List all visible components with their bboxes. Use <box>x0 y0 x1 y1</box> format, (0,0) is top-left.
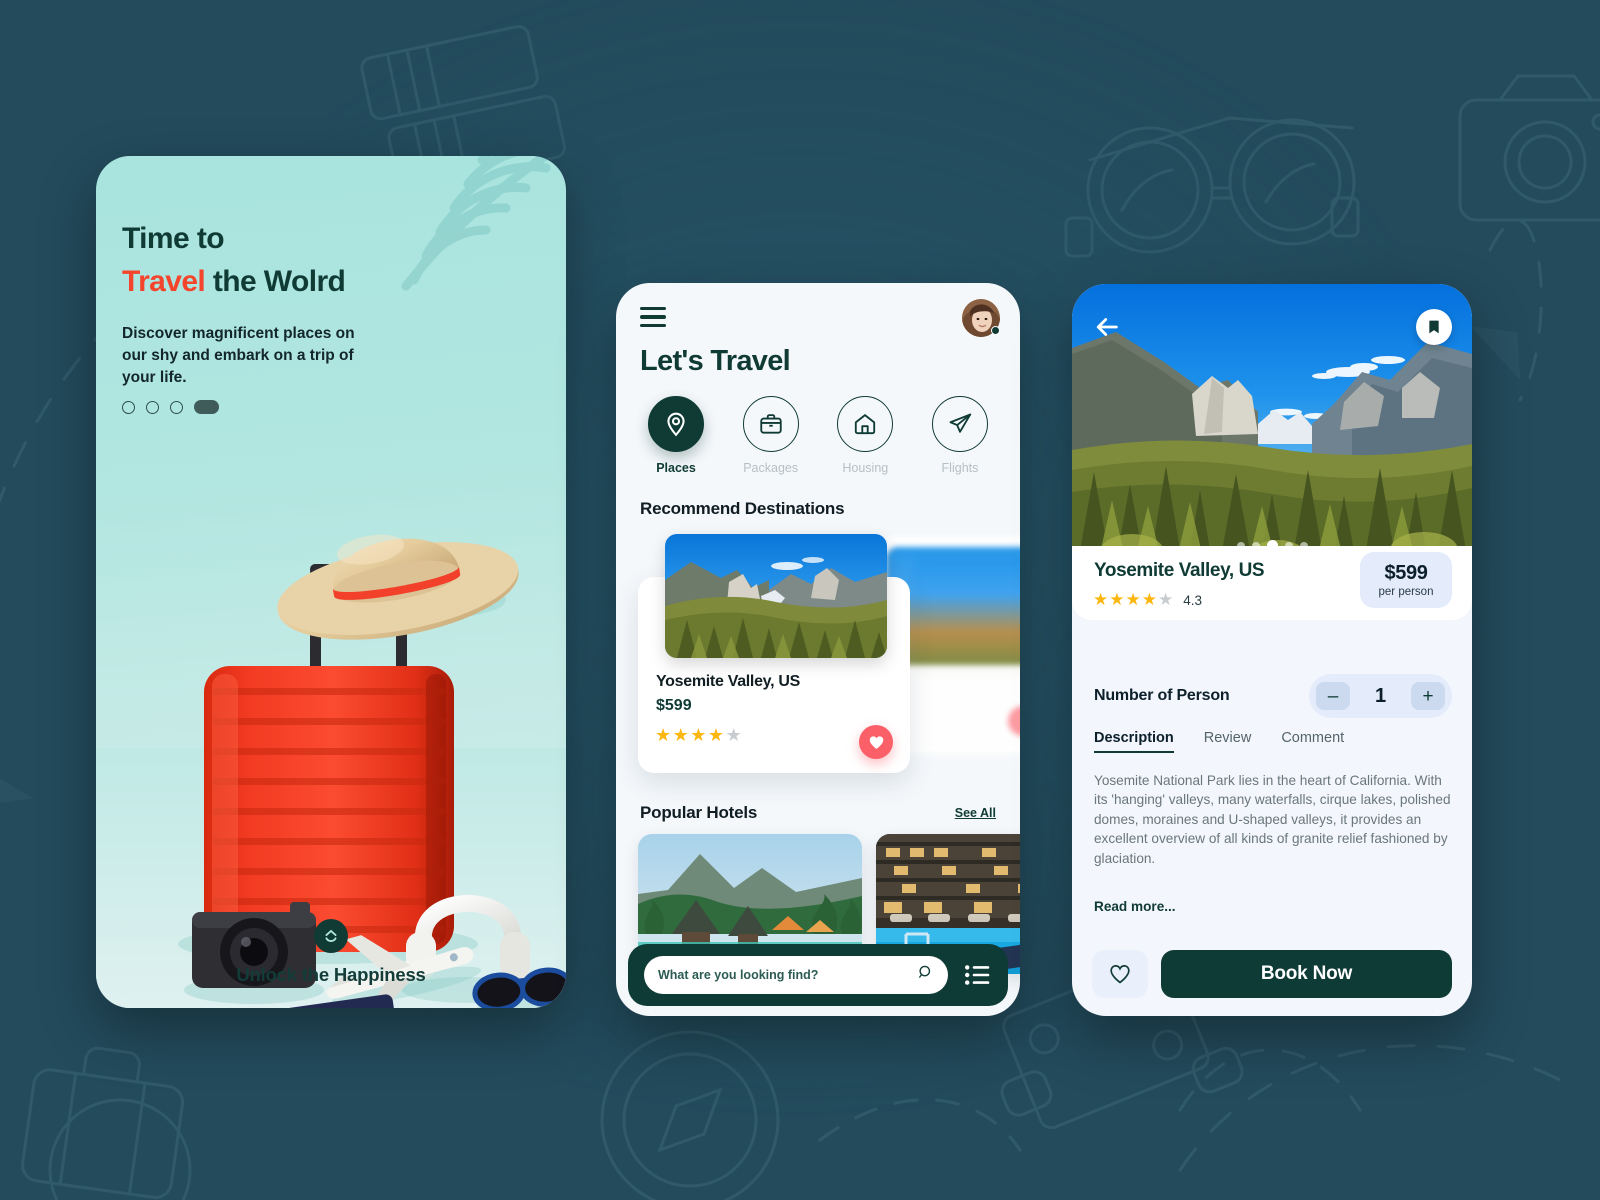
price-badge: $599 per person <box>1360 552 1452 608</box>
menu-line <box>640 323 666 328</box>
book-now-button[interactable]: Book Now <box>1161 950 1452 998</box>
smiley-chevron-icon[interactable] <box>314 919 348 953</box>
description-text: Yosemite National Park lies in the heart… <box>1094 773 1451 866</box>
airplane-icon <box>931 396 988 452</box>
destination-thumbnail <box>665 534 887 658</box>
ghost-heart-icon <box>1008 706 1020 736</box>
detail-screen: Yosemite Valley, US ★★★★★ 4.3 $599 per p… <box>1072 284 1472 1016</box>
carousel-dot[interactable] <box>1284 541 1293 550</box>
home-icon <box>837 396 894 452</box>
increment-button[interactable]: + <box>1411 682 1445 710</box>
rating-row: ★★★★★ 4.3 <box>1093 590 1202 610</box>
briefcase-icon <box>742 396 799 452</box>
arrow-left-icon[interactable] <box>1092 312 1122 342</box>
category-label: Flights <box>941 461 979 475</box>
recommend-card[interactable]: Yosemite Valley, US $599 ★★★★★ <box>638 534 910 773</box>
onboarding-screen: Time to Travel the Wolrd Discover magnif… <box>96 156 566 1008</box>
heart-icon[interactable] <box>859 725 893 759</box>
star-filled: ★ <box>672 725 691 745</box>
popular-hotels-heading: Popular Hotels <box>640 803 758 822</box>
person-count-value: 1 <box>1374 684 1387 707</box>
carousel-dot[interactable] <box>1236 541 1245 550</box>
list-view-icon[interactable] <box>962 962 992 988</box>
price-amount: $599 <box>1384 562 1428 584</box>
avatar[interactable] <box>962 299 1000 337</box>
search-input[interactable] <box>658 968 917 982</box>
category-flights[interactable]: Flights <box>918 396 1002 475</box>
person-count-label: Number of Person <box>1094 687 1230 704</box>
heart-outline-icon[interactable] <box>1092 950 1148 998</box>
bookmark-icon[interactable] <box>1416 309 1452 345</box>
star-filled: ★ <box>1109 590 1126 609</box>
category-packages[interactable]: Packages <box>729 396 813 475</box>
rating-stars: ★★★★★ <box>655 725 743 746</box>
unlock-label: Unlock the Happiness <box>236 964 426 985</box>
star-filled: ★ <box>655 725 673 745</box>
onboarding-copy: Time to Travel the Wolrd Discover magnif… <box>122 218 422 389</box>
detail-tabs: Description Review Comment <box>1094 730 1344 753</box>
carousel-dot[interactable] <box>1299 541 1308 550</box>
star-filled: ★ <box>1125 590 1142 609</box>
person-count-row: Number of Person – 1 + <box>1094 674 1452 718</box>
onboarding-footer: Unlock the Happiness <box>96 919 566 986</box>
detail-summary-card: Yosemite Valley, US ★★★★★ 4.3 $599 per p… <box>1072 546 1472 620</box>
online-status-dot <box>991 326 1000 335</box>
recommend-heading: Recommend Destinations <box>640 499 845 518</box>
decrement-button[interactable]: – <box>1316 682 1350 710</box>
tab-comment[interactable]: Comment <box>1281 730 1344 753</box>
category-housing[interactable]: Housing <box>823 396 907 475</box>
hamburger-menu-icon[interactable] <box>640 307 666 328</box>
travel-items-illustration <box>96 534 566 1008</box>
detail-action-bar: Book Now <box>1092 950 1452 998</box>
page-title: Let's Travel <box>640 345 791 377</box>
search-icon[interactable] <box>917 964 934 986</box>
onboarding-subtitle: Discover magnificent places on our shy a… <box>122 325 355 387</box>
star-empty: ★ <box>1158 590 1175 609</box>
carousel-dot-active[interactable] <box>1266 540 1278 551</box>
carousel-dot[interactable] <box>1251 541 1260 550</box>
recommend-card-stack: Yosemite Valley, US $599 ★★★★★ <box>616 525 1020 783</box>
rating-stars: ★★★★★ <box>1093 590 1174 610</box>
category-label: Housing <box>842 461 889 475</box>
category-label: Places <box>656 461 696 475</box>
tab-review[interactable]: Review <box>1204 730 1252 753</box>
quantity-stepper[interactable]: – 1 + <box>1309 674 1452 718</box>
price-unit: per person <box>1378 586 1434 598</box>
destination-name: Yosemite Valley, US <box>1094 560 1265 581</box>
category-places[interactable]: Places <box>634 396 718 475</box>
onboarding-title-rest: the Wolrd <box>205 264 346 298</box>
read-more-link[interactable]: Read more... <box>1094 899 1176 914</box>
see-all-link[interactable]: See All <box>955 806 996 820</box>
star-filled: ★ <box>1141 590 1158 609</box>
onboarding-title-line1: Time to <box>122 222 225 255</box>
map-pin-icon <box>648 396 704 452</box>
category-label: Packages <box>743 461 799 475</box>
carousel-dots[interactable] <box>1072 540 1472 551</box>
star-filled: ★ <box>707 725 726 745</box>
star-filled: ★ <box>1093 590 1110 609</box>
search-bar[interactable] <box>644 956 948 994</box>
home-screen: Let's Travel Places Packages Housing Fli… <box>616 283 1020 1016</box>
tab-description[interactable]: Description <box>1094 730 1174 753</box>
hero-image <box>1072 284 1472 562</box>
onboarding-title-accent: Travel <box>122 264 206 298</box>
star-filled: ★ <box>690 725 708 745</box>
bottom-search-bar <box>628 944 1008 1006</box>
destination-name: Yosemite Valley, US <box>656 673 801 690</box>
star-empty: ★ <box>725 725 744 745</box>
category-nav: Places Packages Housing Flights <box>634 396 1002 475</box>
menu-line <box>640 307 666 311</box>
destination-price: $599 <box>656 697 692 714</box>
rating-value: 4.3 <box>1183 592 1203 608</box>
onboarding-title: Time to Travel the Wolrd <box>122 218 422 303</box>
menu-line <box>640 315 666 319</box>
